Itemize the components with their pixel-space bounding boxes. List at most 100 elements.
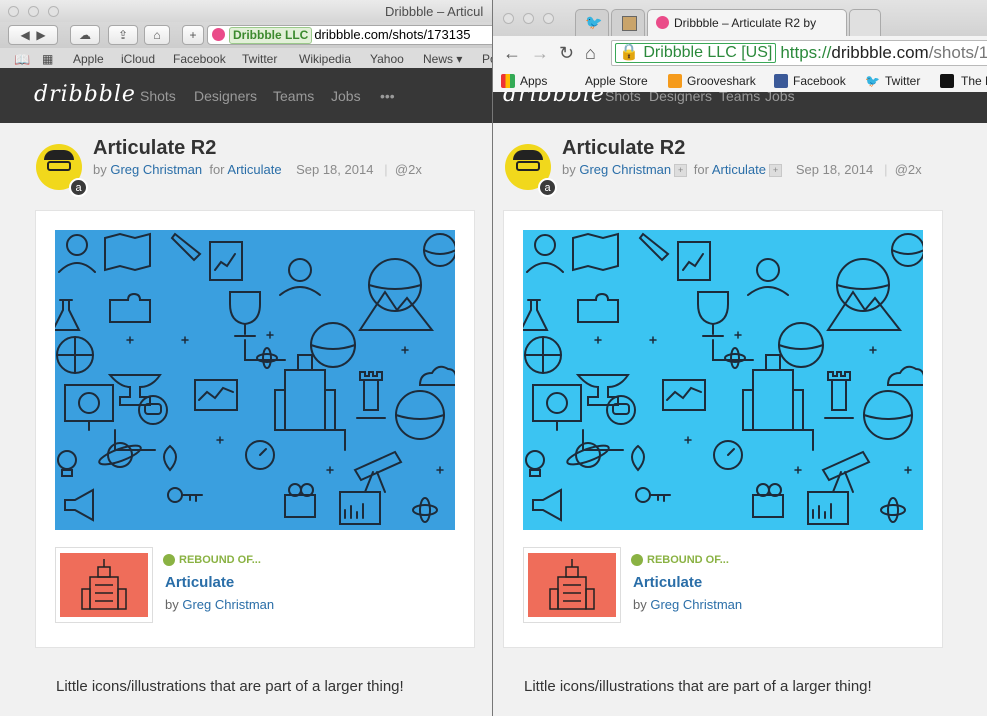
minimize-button[interactable] — [523, 13, 534, 24]
grooveshark-icon — [668, 74, 682, 88]
shot-title: Articulate R2 — [93, 137, 217, 159]
shot-date: Sep 18, 2014 — [296, 162, 374, 177]
dribbble-logo[interactable]: dribbble — [34, 82, 136, 107]
nav-jobs[interactable]: Jobs — [331, 88, 361, 104]
bookmarks-bar: Apps Apple Store Grooveshark Facebook 🐦 … — [493, 70, 987, 93]
nav-teams[interactable]: Teams — [273, 88, 314, 104]
facebook-icon — [774, 74, 788, 88]
pinned-tab-twitter[interactable]: 🐦 — [575, 9, 609, 36]
close-button[interactable] — [8, 6, 19, 17]
home-icon[interactable]: ⌂ — [585, 43, 596, 64]
safari-toolbar: ◀ ▶ ☁ ⇪ ⌂ + Dribbble LLC dribbble.com/sho… — [0, 22, 492, 48]
rebound-byline: by Greg Christman — [633, 597, 743, 612]
nav-teams[interactable]: Teams — [719, 92, 760, 104]
window-title: Dribbble – Articul — [385, 4, 484, 19]
nav-designers[interactable]: Designers — [649, 92, 712, 104]
bookmark-item[interactable]: Yahoo — [370, 52, 404, 66]
bookmark-item[interactable]: Apple Store — [585, 74, 648, 88]
nav-more-icon[interactable]: ••• — [380, 88, 395, 104]
dribbble-page: dribbble Shots Designers Teams Jobs ••• … — [0, 68, 492, 716]
chrome-toolbar: ← → ↻ ⌂ 🔒 Dribbble LLC [US] https://dribb… — [493, 36, 987, 70]
bookmark-item[interactable]: The N — [961, 74, 987, 88]
bookmark-item[interactable]: iCloud — [121, 52, 155, 66]
back-icon[interactable]: ← — [503, 43, 521, 64]
bookmarks-bar: 📖 ▦ Apple iCloud Facebook Twitter Wikipe… — [0, 48, 492, 69]
rebound-icon — [163, 554, 175, 567]
team-badge[interactable]: a — [69, 178, 88, 197]
nav-shots[interactable]: Shots — [140, 88, 176, 104]
rebound-title-link[interactable]: Articulate — [633, 574, 702, 591]
rebound-byline: by Greg Christman — [165, 597, 275, 612]
share-icon[interactable]: ⇪ — [108, 25, 138, 45]
zoom-button[interactable] — [48, 6, 59, 17]
dribbble-page: dribbble Shots Designers Teams Jobs a Ar… — [493, 92, 987, 716]
home-icon[interactable]: ⌂ — [144, 25, 170, 45]
active-tab[interactable]: Dribbble – Articulate R2 by — [647, 9, 847, 36]
ev-certificate-badge[interactable]: 🔒 Dribbble LLC [US] — [615, 43, 777, 63]
new-tab-button[interactable] — [849, 9, 881, 36]
shot-card: REBOUND OF... Articulate by Greg Christm… — [503, 210, 943, 648]
reload-icon[interactable]: ↻ — [559, 43, 574, 64]
rebound-thumbnail[interactable] — [55, 547, 153, 623]
top-sites-icon[interactable]: ▦ — [42, 52, 53, 66]
nav-designers[interactable]: Designers — [194, 88, 257, 104]
icloud-icon[interactable]: ☁ — [70, 25, 100, 45]
team-link[interactable]: Articulate — [712, 162, 766, 177]
bookmark-item[interactable]: Twitter — [885, 74, 920, 88]
address-bar[interactable]: Dribbble LLC dribbble.com/shots/173135 — [207, 25, 492, 45]
bookmark-item[interactable]: Apple — [73, 52, 104, 66]
new-tab-button[interactable]: + — [182, 25, 204, 45]
bookmark-item[interactable]: Wikipedia — [299, 52, 351, 66]
rebound-title-link[interactable]: Articulate — [165, 574, 234, 591]
rebound-label: REBOUND OF... — [631, 554, 729, 567]
follow-plus-icon[interactable]: + — [674, 164, 688, 178]
back-forward-button[interactable]: ◀ ▶ — [8, 25, 58, 45]
dribbble-favicon-icon — [656, 16, 669, 29]
minimize-button[interactable] — [28, 6, 39, 17]
team-badge[interactable]: a — [538, 178, 557, 197]
pinned-tab[interactable] — [611, 9, 645, 36]
bookmark-item[interactable]: Po — [482, 52, 492, 66]
follow-plus-icon[interactable]: + — [769, 164, 783, 178]
twitter-icon: 🐦 — [585, 14, 603, 30]
bookmark-item[interactable]: Facebook — [173, 52, 226, 66]
shot-description: Little icons/illustrations that are part… — [56, 678, 404, 695]
shot-image[interactable] — [523, 230, 923, 530]
shot-card: REBOUND OF... Articulate by Greg Christm… — [35, 210, 475, 648]
author-link[interactable]: Greg Christman — [110, 162, 202, 177]
nav-jobs[interactable]: Jobs — [765, 92, 795, 104]
apps-icon — [501, 74, 515, 88]
dribbble-logo[interactable]: dribbble — [503, 92, 605, 107]
site-navbar: dribbble Shots Designers Teams Jobs — [493, 92, 987, 123]
shot-meta: by Greg Christman + for Articulate + Sep 1… — [562, 162, 922, 178]
reading-list-icon[interactable]: 📖 — [14, 52, 30, 68]
omnibox[interactable]: 🔒 Dribbble LLC [US] https://dribbble.com/… — [611, 40, 987, 66]
rebound-author-link[interactable]: Greg Christman — [650, 597, 742, 612]
bookmark-item[interactable]: Grooveshark — [687, 74, 756, 88]
shot-meta: by Greg Christman for Articulate Sep 18,… — [93, 162, 422, 177]
dribbble-favicon-icon — [212, 28, 225, 42]
zoom-button[interactable] — [543, 13, 554, 24]
author-link[interactable]: Greg Christman — [579, 162, 671, 177]
close-button[interactable] — [503, 13, 514, 24]
shot-image[interactable] — [55, 230, 455, 530]
bookmark-item[interactable]: Facebook — [793, 74, 846, 88]
bookmark-item[interactable]: Apps — [520, 74, 547, 88]
site-navbar: dribbble Shots Designers Teams Jobs ••• — [0, 68, 492, 123]
verge-icon — [940, 74, 954, 88]
rebound-author-link[interactable]: Greg Christman — [182, 597, 274, 612]
shot-date: Sep 18, 2014 — [795, 162, 874, 177]
bookmark-item[interactable]: Twitter — [242, 52, 277, 66]
team-link[interactable]: Articulate — [227, 162, 281, 177]
rebound-thumbnail[interactable] — [523, 547, 621, 623]
nav-shots[interactable]: Shots — [605, 92, 641, 104]
chrome-tabstrip: 🐦 Dribbble – Articulate R2 by — [493, 0, 987, 36]
shot-description: Little icons/illustrations that are part… — [524, 678, 872, 695]
retina-tag: @2x — [894, 162, 922, 177]
lock-icon: 🔒 — [619, 44, 639, 61]
url-text: dribbble.com/shots/173135 — [314, 27, 471, 42]
bookmark-item[interactable]: News ▾ — [423, 52, 462, 66]
forward-icon[interactable]: → — [531, 43, 549, 64]
ev-certificate-badge[interactable]: Dribbble LLC — [229, 27, 313, 44]
rebound-section: REBOUND OF... Articulate by Greg Christm… — [523, 547, 923, 627]
